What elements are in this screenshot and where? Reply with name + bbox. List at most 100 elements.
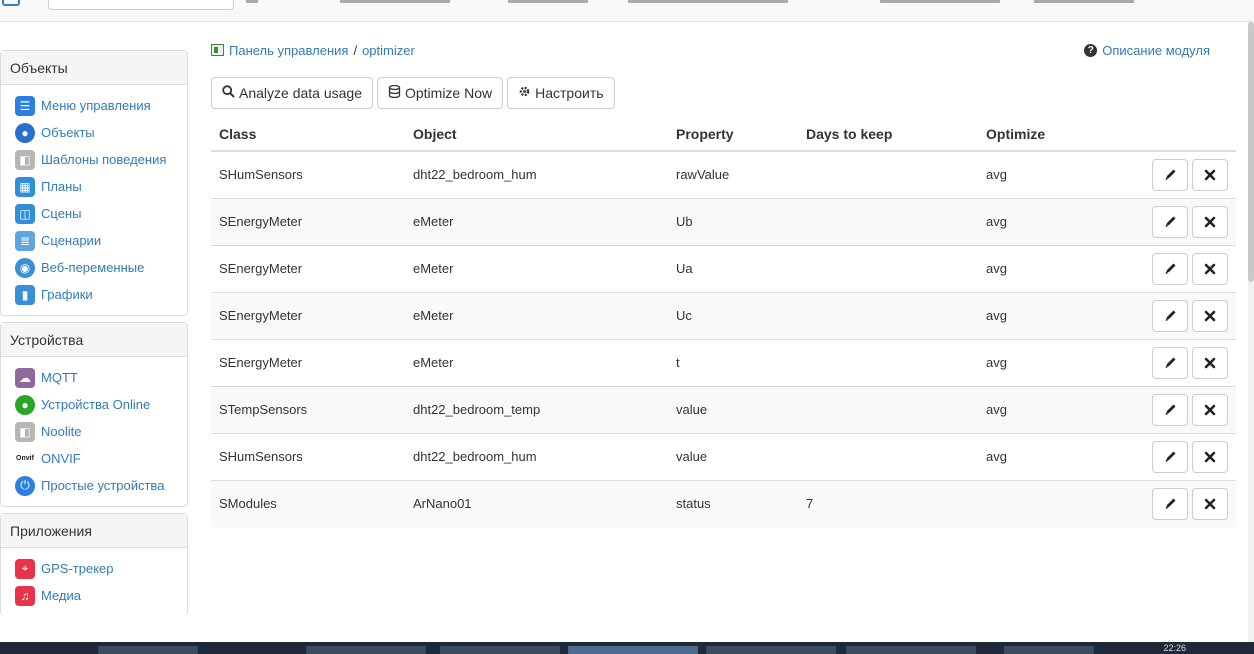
- taskbar-window-active[interactable]: [568, 646, 698, 654]
- sidebar-item-label: GPS-трекер: [41, 561, 114, 576]
- table-row: SModules ArNano01 status 7: [211, 479, 1236, 527]
- delete-button[interactable]: [1192, 299, 1228, 332]
- sidebar-item[interactable]: ● Устройства Online: [15, 391, 187, 418]
- noolite-icon: ◧: [15, 421, 35, 442]
- pencil-icon: [1165, 451, 1175, 462]
- sidebar-item[interactable]: ≣ Сценарии: [15, 227, 187, 254]
- delete-button[interactable]: [1192, 205, 1228, 238]
- edit-button[interactable]: [1152, 299, 1188, 332]
- cell-actions: [1108, 479, 1236, 527]
- sidebar-item[interactable]: ▦ Планы: [15, 173, 187, 200]
- nav-item[interactable]: [880, 0, 1000, 3]
- cell-property: Ub: [668, 197, 798, 245]
- sidebar-item-label: Сценарии: [41, 233, 102, 248]
- apps-panel: Приложения ⌖ GPS-трекер ♫ Медиа: [0, 513, 188, 616]
- column-header-optimize: Optimize: [978, 117, 1108, 152]
- page-scrollbar[interactable]: [1248, 22, 1254, 642]
- nav-item[interactable]: [1034, 0, 1134, 3]
- analyze-data-usage-button[interactable]: Analyze data usage: [211, 77, 373, 109]
- taskbar-clock: 22:26: [1163, 643, 1186, 653]
- taskbar-tray-icons[interactable]: [1004, 646, 1094, 654]
- cell-days: [798, 385, 978, 433]
- cell-optimize: avg: [978, 291, 1108, 339]
- delete-button[interactable]: [1192, 440, 1228, 473]
- cell-class: STempSensors: [211, 385, 405, 433]
- edit-button[interactable]: [1152, 346, 1188, 379]
- nav-item[interactable]: [508, 0, 588, 3]
- edit-button[interactable]: [1152, 252, 1188, 285]
- sidebar-item[interactable]: ⌖ GPS-трекер: [15, 555, 187, 582]
- cell-actions: [1108, 385, 1236, 433]
- sidebar-item-label: Шаблоны поведения: [41, 152, 167, 167]
- taskbar-window[interactable]: [846, 646, 976, 654]
- taskbar-quicklaunch[interactable]: [98, 646, 198, 654]
- breadcrumb-current-link[interactable]: optimizer: [362, 43, 415, 58]
- sidebar-item[interactable]: ▮ Графики: [15, 281, 187, 308]
- pencil-icon: [1165, 310, 1175, 321]
- devices-panel: Устройства ☁ MQTT ● Устройства Online ◧ Nooli…: [0, 322, 188, 507]
- cell-days: 7: [798, 479, 978, 527]
- search-icon: [222, 85, 235, 101]
- delete-button[interactable]: [1192, 393, 1228, 426]
- edit-button[interactable]: [1152, 487, 1188, 520]
- edit-button[interactable]: [1152, 393, 1188, 426]
- cell-object: eMeter: [405, 291, 668, 339]
- delete-button[interactable]: [1192, 487, 1228, 520]
- cell-days: [798, 197, 978, 245]
- web-vars-icon: ◉: [15, 257, 35, 278]
- sidebar-item-label: Меню управления: [41, 98, 151, 113]
- search-input[interactable]: [48, 0, 234, 10]
- pencil-icon: [1165, 498, 1175, 510]
- scripts-icon: ≣: [15, 230, 35, 251]
- close-icon: [1204, 404, 1216, 415]
- sidebar-item[interactable]: ☁ MQTT: [15, 364, 187, 391]
- sidebar-item[interactable]: ● Объекты: [15, 119, 187, 146]
- taskbar-window[interactable]: [706, 646, 836, 654]
- configure-button[interactable]: Настроить: [507, 77, 615, 109]
- column-header-days-to-keep: Days to keep: [798, 117, 978, 152]
- taskbar-window[interactable]: [306, 646, 426, 654]
- sidebar-item[interactable]: ◧ Noolite: [15, 418, 187, 445]
- home-logo-icon[interactable]: [2, 0, 20, 6]
- sidebar-item[interactable]: ◫ Сцены: [15, 200, 187, 227]
- breadcrumb-separator: /: [353, 42, 358, 58]
- edit-button[interactable]: [1152, 440, 1188, 473]
- delete-button[interactable]: [1192, 252, 1228, 285]
- scrollbar-thumb[interactable]: [1248, 22, 1254, 282]
- delete-button[interactable]: [1192, 346, 1228, 379]
- gps-icon: ⌖: [15, 558, 35, 579]
- cell-actions: [1108, 338, 1236, 386]
- objects-panel-title: Объекты: [1, 51, 187, 85]
- scenes-icon: ◫: [15, 203, 35, 224]
- sidebar-item[interactable]: ⏻ Простые устройства: [15, 472, 187, 499]
- nav-item[interactable]: [340, 0, 450, 3]
- cell-property: t: [668, 338, 798, 386]
- pencil-icon: [1165, 263, 1175, 274]
- sidebar-item[interactable]: ◉ Веб-переменные: [15, 254, 187, 281]
- sidebar-item[interactable]: Onvif ONVIF: [15, 445, 187, 472]
- column-header-property: Property: [668, 117, 798, 152]
- online-icon: ●: [15, 394, 35, 415]
- cell-actions: [1108, 150, 1236, 198]
- nav-item[interactable]: [628, 0, 788, 3]
- delete-button[interactable]: [1192, 158, 1228, 191]
- taskbar-window[interactable]: [440, 646, 560, 654]
- edit-button[interactable]: [1152, 205, 1188, 238]
- column-header-class: Class: [211, 117, 405, 152]
- sidebar-item[interactable]: ◧ Шаблоны поведения: [15, 146, 187, 173]
- pencil-icon: [1165, 357, 1175, 368]
- table-row: SEnergyMeter eMeter Ua avg: [211, 244, 1236, 292]
- edit-button[interactable]: [1152, 158, 1188, 191]
- breadcrumb-home-link[interactable]: Панель управления: [229, 43, 348, 58]
- sidebar-item[interactable]: ♫ Медиа: [15, 582, 187, 609]
- cell-optimize: avg: [978, 150, 1108, 198]
- sidebar-item[interactable]: ☰ Меню управления: [15, 92, 187, 119]
- pencil-icon: [1165, 169, 1175, 181]
- module-help-link[interactable]: ? Описание модуля: [1084, 40, 1210, 60]
- cell-class: SHumSensors: [211, 432, 405, 480]
- cell-actions: [1108, 291, 1236, 339]
- cell-property: rawValue: [668, 150, 798, 198]
- optimize-now-button[interactable]: Optimize Now: [376, 77, 504, 109]
- nav-item[interactable]: [246, 0, 258, 3]
- cell-class: SEnergyMeter: [211, 244, 405, 292]
